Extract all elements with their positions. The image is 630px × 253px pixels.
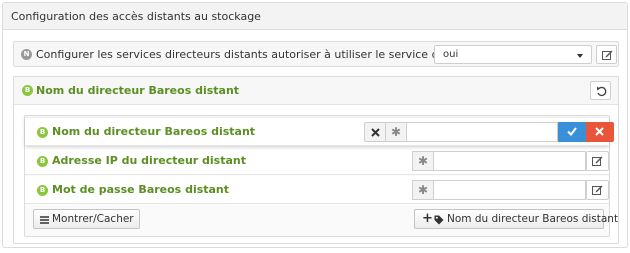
field-badge: B xyxy=(37,127,48,138)
select-value: oui xyxy=(443,49,459,60)
check-icon xyxy=(567,127,577,136)
add-director-label: Nom du directeur Bareos distant xyxy=(447,213,619,225)
config-remote-directors-select[interactable]: oui xyxy=(434,45,592,64)
field-badge: B xyxy=(37,185,48,196)
plus-icon: + xyxy=(422,211,433,226)
times-icon xyxy=(371,128,380,137)
director-ip-input[interactable] xyxy=(433,151,586,171)
tag-icon xyxy=(434,215,444,225)
times-icon xyxy=(595,127,604,136)
panel-header: Configuration des accès distants au stoc… xyxy=(3,3,627,30)
toggle-visibility-button[interactable]: Montrer/Cacher xyxy=(33,209,140,229)
bars-icon xyxy=(40,216,49,224)
edit-icon xyxy=(602,50,613,60)
config-remote-directors-row: N Configurer les services directeurs dis… xyxy=(13,41,619,67)
edit-password-button[interactable] xyxy=(586,180,609,200)
field-badge: B xyxy=(37,156,48,167)
group-title: Nom du directeur Bareos distant xyxy=(36,84,240,97)
group-badge: B xyxy=(22,85,33,96)
field-label: Nom du directeur Bareos distant xyxy=(52,125,256,138)
remove-button[interactable] xyxy=(586,122,614,142)
field-label: Adresse IP du directeur distant xyxy=(52,154,246,167)
asterisk-icon: ✱ xyxy=(412,151,434,171)
add-director-button[interactable]: + Nom du directeur Bareos distant xyxy=(414,209,618,229)
group-header: B Nom du directeur Bareos distant xyxy=(14,77,618,105)
remote-director-group: B Nom du directeur Bareos distant B Nom … xyxy=(13,76,619,244)
confirm-button[interactable] xyxy=(558,122,586,142)
edit-icon xyxy=(592,185,603,195)
reset-button[interactable] xyxy=(590,81,611,100)
bareos-password-input[interactable] xyxy=(433,180,586,200)
field-bareos-password: B Mot de passe Bareos distant ✱ xyxy=(25,176,609,204)
clear-field-button[interactable] xyxy=(364,122,386,142)
mode-badge: N xyxy=(21,49,32,60)
panel-title: Configuration des accès distants au stoc… xyxy=(11,10,261,23)
field-label: Mot de passe Bareos distant xyxy=(52,183,230,196)
director-name-input[interactable] xyxy=(406,122,558,142)
toggle-visibility-label: Montrer/Cacher xyxy=(52,213,134,225)
undo-icon xyxy=(597,86,607,97)
field-director-ip: B Adresse IP du directeur distant ✱ xyxy=(25,147,609,175)
access-config-panel: Configuration des accès distants au stoc… xyxy=(2,2,628,248)
caret-down-icon xyxy=(577,54,583,58)
edit-config-button[interactable] xyxy=(596,45,617,64)
asterisk-icon: ✱ xyxy=(412,180,434,200)
edit-ip-button[interactable] xyxy=(586,151,609,171)
asterisk-icon: ✱ xyxy=(385,122,407,142)
edit-icon xyxy=(592,156,603,166)
field-director-name: B Nom du directeur Bareos distant ✱ xyxy=(25,118,614,146)
remote-director-entry: B Nom du directeur Bareos distant ✱ B Ad… xyxy=(24,115,618,237)
